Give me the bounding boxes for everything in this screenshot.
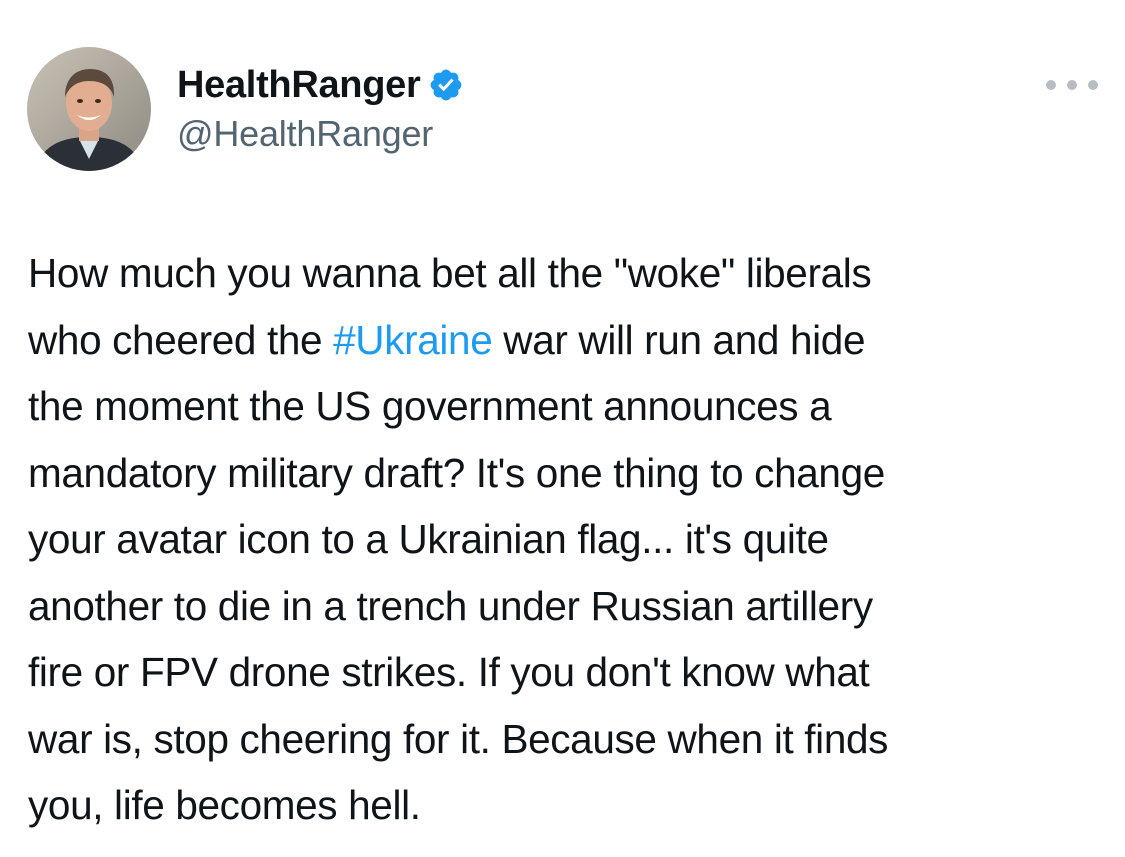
verified-badge-icon bbox=[428, 67, 464, 103]
tweet-card: HealthRanger @HealthRanger How much you … bbox=[0, 0, 1125, 857]
tweet-line: mandatory military draft? It's one thing… bbox=[28, 449, 885, 496]
tweet-line: your avatar icon to a Ukrainian flag... … bbox=[28, 516, 829, 562]
hashtag-link[interactable]: #Ukraine bbox=[333, 317, 493, 363]
profile-photo-icon bbox=[27, 47, 151, 171]
more-icon bbox=[1067, 80, 1077, 90]
tweet-text-segment: who cheered the bbox=[28, 316, 334, 363]
avatar[interactable] bbox=[27, 47, 151, 171]
tweet-line: who cheered the #Ukraine war will run an… bbox=[28, 307, 1108, 374]
more-options-button[interactable] bbox=[1046, 70, 1098, 100]
author-name-row: HealthRanger bbox=[177, 62, 464, 108]
tweet-line: How much you wanna bet all the "woke" li… bbox=[28, 250, 872, 296]
more-icon bbox=[1046, 80, 1056, 90]
tweet-line: another to die in a trench under Russian… bbox=[28, 582, 873, 629]
author-handle[interactable]: @HealthRanger bbox=[177, 113, 433, 155]
tweet-line: fire or FPV drone strikes. If you don't … bbox=[28, 649, 870, 695]
tweet-text-segment: war will run and hide bbox=[492, 316, 866, 363]
more-icon bbox=[1088, 80, 1098, 90]
tweet-text: How much you wanna bet all the "woke" li… bbox=[28, 240, 1108, 839]
tweet-line: the moment the US government announces a bbox=[28, 383, 832, 429]
display-name[interactable]: HealthRanger bbox=[177, 64, 421, 107]
tweet-line: war is, stop cheering for it. Because wh… bbox=[28, 715, 889, 762]
tweet-line: you, life becomes hell. bbox=[28, 782, 421, 828]
